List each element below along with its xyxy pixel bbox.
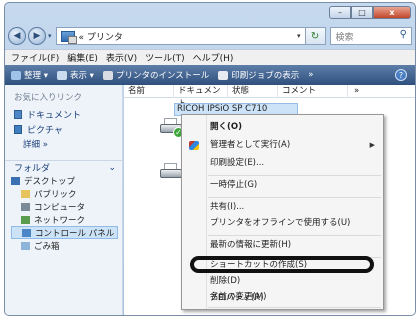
command-bar: 整理 ▾ 表示 ▾ プリンタのインストール 印刷ジョブの表示 » ?	[5, 65, 415, 85]
print-jobs-icon	[218, 70, 229, 80]
control-panel-icon	[22, 228, 31, 237]
shield-icon	[189, 141, 199, 150]
context-menu: 開く(O) 管理者として実行(A) ▶ 印刷設定(E)... 一時停止(G) 共有…	[181, 114, 384, 310]
window-controls: – □ x	[329, 6, 411, 19]
help-icon[interactable]: ?	[395, 69, 407, 81]
column-headers: 名前 ドキュメント 状態 コメント »	[124, 84, 415, 109]
navigation-pane: お気に入りリンク ドキュメント ピクチャ 詳細 » フォルダ ⌄ デスクトップ パ…	[5, 85, 123, 315]
tree-item-control-panel[interactable]: コントロール パネル	[11, 226, 118, 239]
more-links[interactable]: 詳細 »	[5, 137, 122, 151]
install-printer-button[interactable]: プリンタのインストール	[102, 69, 209, 81]
menu-bar: ファイル(F) 編集(E) 表示(V) ツール(T) ヘルプ(H)	[5, 49, 415, 65]
menu-view[interactable]: 表示(V)	[106, 51, 137, 64]
menu-item-properties[interactable]: プロパティ(R)	[181, 290, 384, 306]
more-columns[interactable]: »	[348, 85, 359, 98]
search-input[interactable]: 検索 ⚲	[329, 27, 412, 45]
menu-item-pause[interactable]: 一時停止(G)	[182, 177, 383, 193]
address-row: ◀ ▶ ▾ « プリンタ ▾ ↻ 検索 ⚲	[8, 25, 412, 47]
menu-tools[interactable]: ツール(T)	[145, 51, 185, 64]
favorite-documents-link[interactable]: ドキュメント	[5, 107, 122, 122]
minimize-button[interactable]: –	[329, 6, 351, 19]
computer-icon	[21, 202, 30, 211]
recent-pages-chevron-icon[interactable]: ▾	[48, 32, 52, 40]
submenu-arrow-icon: ▶	[369, 141, 375, 149]
folder-icon	[21, 189, 30, 198]
tree-item-recycle-bin[interactable]: ごみ箱	[11, 239, 122, 252]
tree-item-public[interactable]: パブリック	[11, 187, 122, 200]
recycle-bin-icon	[21, 241, 30, 250]
printer-folder-icon	[60, 30, 77, 44]
address-dropdown-icon[interactable]: ▾	[297, 32, 301, 40]
organize-button[interactable]: 整理 ▾	[11, 69, 48, 81]
address-bar[interactable]: « プリンタ ▾	[55, 27, 306, 45]
refresh-icon: ↻	[310, 30, 320, 42]
documents-icon	[14, 110, 22, 119]
search-icon[interactable]: ⚲	[400, 29, 407, 40]
network-icon	[21, 215, 30, 224]
install-printer-icon	[102, 70, 113, 80]
menu-separator	[208, 235, 381, 236]
menu-edit[interactable]: 編集(E)	[67, 51, 98, 64]
folders-chevron-icon: ⌄	[108, 162, 116, 173]
menu-item-refresh[interactable]: 最新の情報に更新(H)	[182, 237, 383, 253]
folder-tree: デスクトップ パブリック コンピュータ ネットワーク コントロール パネル ごみ…	[5, 174, 122, 252]
menu-separator	[208, 197, 381, 198]
maximize-button[interactable]: □	[351, 6, 373, 19]
views-button[interactable]: 表示 ▾	[56, 69, 94, 81]
menu-file[interactable]: ファイル(F)	[11, 51, 59, 64]
folders-header[interactable]: フォルダ ⌄	[5, 160, 122, 174]
favorites-header: お気に入りリンク	[14, 93, 83, 103]
more-commands-button[interactable]: »	[308, 70, 313, 80]
printer-body	[160, 169, 182, 178]
menu-separator	[208, 175, 381, 176]
favorite-pictures-link[interactable]: ピクチャ	[5, 122, 122, 137]
forward-button[interactable]: ▶	[28, 27, 46, 45]
tree-item-desktop[interactable]: デスクトップ	[11, 174, 122, 187]
pictures-icon	[14, 125, 22, 134]
menu-item-open[interactable]: 開く(O)	[182, 119, 383, 135]
print-jobs-button[interactable]: 印刷ジョブの表示	[218, 69, 299, 81]
menu-help[interactable]: ヘルプ(H)	[193, 51, 234, 64]
column-comment[interactable]: コメント	[278, 84, 348, 98]
column-name[interactable]: 名前	[124, 84, 174, 98]
search-placeholder: 検索	[335, 32, 354, 43]
menu-item-use-offline[interactable]: プリンタをオフラインで使用する(U)	[182, 215, 383, 231]
desktop-icon	[11, 176, 20, 185]
menu-item-create-shortcut[interactable]: ショートカットの作成(S)	[182, 257, 383, 273]
views-icon	[56, 70, 67, 80]
menu-item-share[interactable]: 共有(I)...	[182, 199, 383, 215]
column-documents[interactable]: ドキュメント	[174, 84, 228, 109]
tree-item-network[interactable]: ネットワーク	[11, 213, 122, 226]
refresh-button[interactable]: ↻	[305, 27, 326, 45]
back-button[interactable]: ◀	[8, 27, 26, 45]
address-path: « プリンタ	[78, 32, 123, 43]
menu-item-delete[interactable]: 削除(D)	[182, 273, 383, 289]
organize-icon	[11, 70, 21, 80]
menu-item-run-as-admin[interactable]: 管理者として実行(A) ▶	[182, 137, 383, 153]
column-status[interactable]: 状態	[228, 84, 278, 98]
tree-item-computer[interactable]: コンピュータ	[11, 200, 122, 213]
close-button[interactable]: x	[373, 6, 411, 19]
menu-separator	[208, 307, 381, 308]
menu-item-print-settings[interactable]: 印刷設定(E)...	[182, 155, 383, 171]
